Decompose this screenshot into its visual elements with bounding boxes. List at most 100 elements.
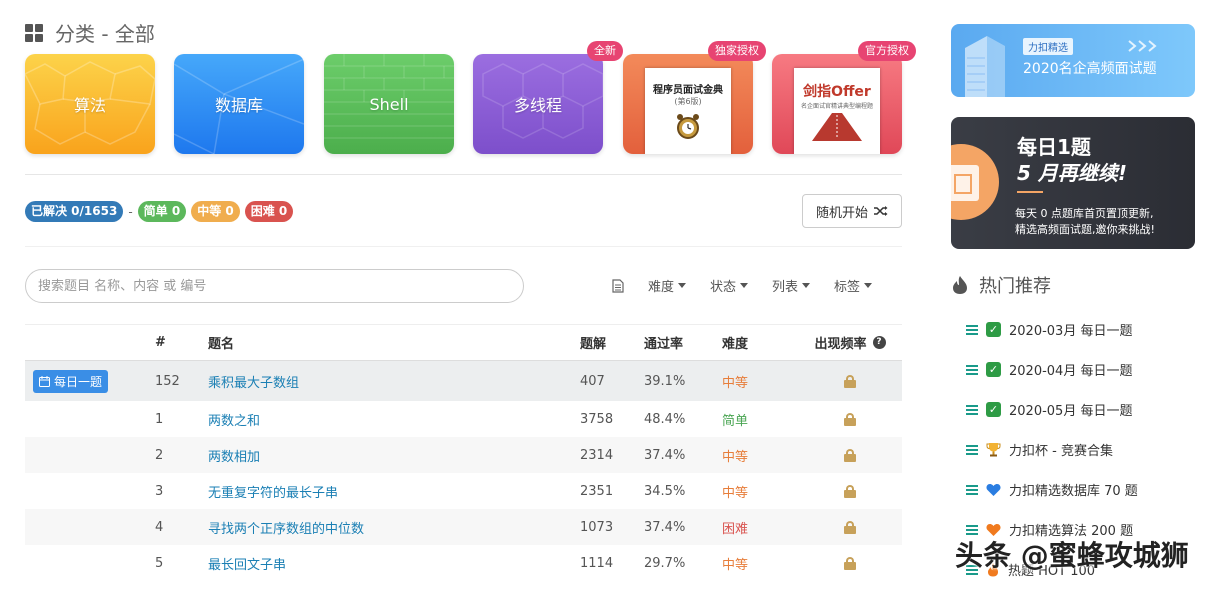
- table-row: 每日一题 152 乘积最大子数组 407 39.1% 中等: [25, 360, 902, 401]
- card-algorithm[interactable]: 算法: [25, 54, 155, 154]
- daily-question-label: 每日一题: [54, 374, 103, 389]
- banner-tag: 力扣精选: [1023, 38, 1073, 55]
- table-row: 4 寻找两个正序数组的中位数 1073 37.4% 困难: [25, 509, 902, 545]
- solutions-count: 407: [580, 373, 605, 389]
- solutions-count: 1073: [580, 519, 614, 535]
- question-icon[interactable]: ?: [872, 336, 886, 349]
- shuffle-icon: [874, 206, 888, 216]
- stats-separator: -: [128, 204, 133, 219]
- filter-status[interactable]: 状态: [710, 276, 749, 295]
- table-row: 5 最长回文子串 1114 29.7% 中等: [25, 545, 902, 581]
- book-subtitle: 名企面试官精讲典型编程题: [800, 103, 873, 110]
- book-cover: 程序员面试金典 (第6版): [645, 68, 731, 154]
- banner-desc2: 精选高频面试题,邀你来挑战!: [1015, 223, 1155, 236]
- filter-difficulty[interactable]: 难度: [648, 276, 687, 295]
- problem-id: 3: [155, 483, 164, 499]
- caret-down-icon: [864, 283, 873, 288]
- banner-desc1: 每天 0 点题库首页置顶更新,: [1015, 207, 1154, 220]
- interview-banner[interactable]: 力扣精选 2020名企高频面试题: [951, 24, 1195, 97]
- official-ribbon: 官方授权: [858, 41, 916, 61]
- category-title-text: 分类 - 全部: [55, 22, 155, 46]
- filter-list[interactable]: 列表: [772, 276, 811, 295]
- acceptance-rate: 37.4%: [644, 519, 686, 535]
- random-start-label: 随机开始: [815, 205, 868, 221]
- filter-label: 难度: [648, 280, 675, 295]
- acceptance-rate: 39.1%: [644, 373, 686, 389]
- card-database[interactable]: 数据库: [174, 54, 304, 154]
- filter-bar: 难度 状态 列表 标签: [612, 276, 873, 295]
- problem-title-link[interactable]: 两数之和: [208, 414, 260, 429]
- document-icon[interactable]: [612, 278, 624, 293]
- lock-icon[interactable]: [844, 375, 856, 388]
- problem-title-link[interactable]: 无重复字符的最长子串: [208, 486, 338, 501]
- solutions-count: 2314: [580, 447, 614, 463]
- hot-item-label: 力扣杯 - 竞赛合集: [1009, 444, 1113, 459]
- card-book-offer[interactable]: 剑指Offer 名企面试官精讲典型编程题: [772, 54, 902, 154]
- problem-table: # 题名 题解 通过率 难度 出现频率? 每日一题 152 乘积最大子数组 407 39…: [25, 324, 902, 581]
- banner-title: 2020名企高频面试题: [1023, 61, 1157, 77]
- random-start-button[interactable]: 随机开始: [802, 194, 902, 228]
- list-icon: [966, 404, 978, 415]
- divider: [25, 246, 902, 247]
- lock-icon[interactable]: [844, 485, 856, 498]
- header-solutions[interactable]: 题解: [580, 333, 644, 352]
- check-icon: ✓: [986, 362, 1001, 377]
- acceptance-rate: 48.4%: [644, 411, 686, 427]
- solved-badge: 已解决 0/1653: [25, 201, 124, 222]
- table-row: 2 两数相加 2314 37.4% 中等: [25, 437, 902, 473]
- trophy-icon: [986, 443, 1001, 457]
- lock-icon[interactable]: [844, 413, 856, 426]
- book-title: 程序员面试金典: [653, 85, 723, 96]
- card-shell[interactable]: Shell: [324, 54, 454, 154]
- lock-icon[interactable]: [844, 449, 856, 462]
- building-icon: [965, 36, 1005, 97]
- difficulty-label: 中等: [722, 485, 749, 501]
- easy-badge: 简单 0: [137, 201, 187, 222]
- search-input[interactable]: [25, 269, 524, 303]
- lock-icon[interactable]: [844, 521, 856, 534]
- header-frequency[interactable]: 出现频率?: [798, 333, 902, 352]
- header-id[interactable]: #: [155, 335, 208, 350]
- list-icon: [966, 364, 978, 375]
- caret-down-icon: [678, 283, 687, 288]
- solutions-count: 2351: [580, 483, 614, 499]
- card-label: Shell: [369, 94, 409, 114]
- check-icon: ✓: [986, 402, 1001, 417]
- list-icon: [966, 444, 978, 455]
- divider: [25, 174, 902, 175]
- card-multithread[interactable]: 多线程: [473, 54, 603, 154]
- hot-item[interactable]: 力扣精选数据库 70 题: [966, 480, 1138, 499]
- lock-icon[interactable]: [844, 557, 856, 570]
- chevrons-icon: [1128, 40, 1157, 52]
- check-icon: ✓: [986, 322, 1001, 337]
- card-book-interview[interactable]: 程序员面试金典 (第6版): [623, 54, 753, 154]
- banner-accent: [1017, 191, 1043, 193]
- header-acceptance[interactable]: 通过率: [644, 333, 722, 352]
- difficulty-label: 困难: [722, 521, 749, 537]
- exclusive-ribbon: 独家授权: [708, 41, 766, 61]
- table-row: 1 两数之和 3758 48.4% 简单: [25, 401, 902, 437]
- hot-item[interactable]: ✓ 2020-04月 每日一题: [966, 360, 1132, 379]
- alarm-clock-icon: [677, 114, 699, 139]
- new-ribbon: 全新: [587, 41, 623, 61]
- blue-heart-icon: [986, 483, 1001, 496]
- card-label: 数据库: [214, 96, 263, 115]
- banner-line2: 5 月再继续!: [1017, 161, 1127, 185]
- header-difficulty[interactable]: 难度: [722, 333, 798, 352]
- problem-title-link[interactable]: 两数相加: [208, 450, 260, 465]
- problem-title-link[interactable]: 乘积最大子数组: [208, 376, 299, 391]
- daily-question-button[interactable]: 每日一题: [33, 369, 109, 393]
- hot-item[interactable]: ✓ 2020-03月 每日一题: [966, 320, 1132, 339]
- problem-title-link[interactable]: 寻找两个正序数组的中位数: [208, 522, 364, 537]
- problem-id: 152: [155, 373, 180, 389]
- hot-item[interactable]: 力扣杯 - 竞赛合集: [966, 440, 1113, 459]
- filter-tags[interactable]: 标签: [834, 276, 873, 295]
- problem-title-link[interactable]: 最长回文子串: [208, 558, 286, 573]
- fire-icon: [953, 276, 967, 294]
- hot-item-label: 2020-03月 每日一题: [1009, 324, 1133, 339]
- header-title[interactable]: 题名: [208, 333, 580, 352]
- progress-stats: 已解决 0/1653 - 简单 0 中等 0 困难 0: [25, 201, 294, 222]
- hot-item[interactable]: ✓ 2020-05月 每日一题: [966, 400, 1132, 419]
- daily-question-banner[interactable]: 每日1题 5 月再继续! 每天 0 点题库首页置顶更新, 精选高频面试题,邀你来…: [951, 117, 1195, 249]
- problem-id: 2: [155, 447, 164, 463]
